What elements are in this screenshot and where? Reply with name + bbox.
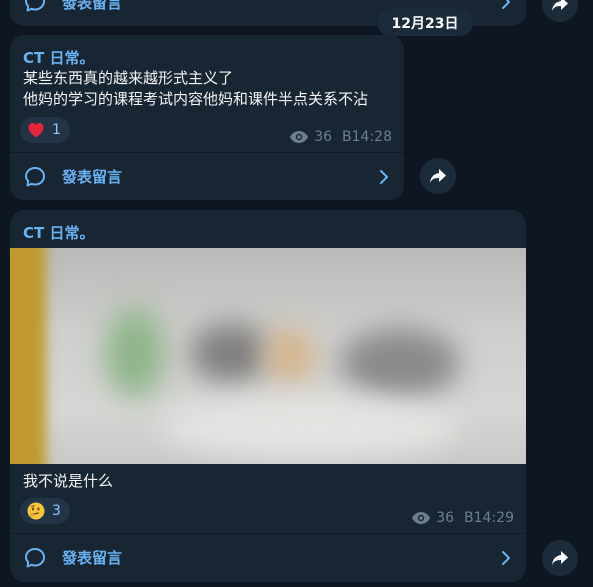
comment-bubble-icon	[25, 0, 45, 12]
post-bubble: CT 日常。 某些东西真的越来越形式主义了 他妈的学习的课程考试内容他妈和课件半…	[10, 35, 404, 200]
comments-label: 發表留言	[62, 0, 123, 12]
thinking-face-emoji-icon	[26, 501, 46, 521]
view-count: 36	[314, 129, 333, 145]
reaction-count: 1	[52, 122, 61, 138]
message-line: 他妈的学习的课程考试内容他妈和课件半点关系不沾	[23, 90, 369, 108]
chevron-right-icon	[502, 550, 510, 565]
photo-blur-yellow	[10, 248, 46, 464]
post-time: B14:28	[342, 129, 392, 145]
heart-emoji-icon	[26, 120, 46, 140]
reaction-count: 3	[52, 503, 61, 519]
blurred-photo[interactable]	[10, 248, 526, 464]
photo-blur-gray	[340, 328, 460, 398]
photo-blur-green	[105, 308, 165, 398]
eye-icon	[412, 512, 431, 524]
photo-caption: 我不说是什么	[23, 472, 114, 490]
share-arrow-icon	[552, 551, 568, 565]
comment-bubble-icon	[25, 166, 45, 186]
post-time: B14:29	[464, 510, 514, 526]
share-arrow-icon	[552, 0, 568, 11]
comments-bar[interactable]: 發表留言	[10, 533, 526, 581]
view-count: 36	[436, 510, 455, 526]
chevron-right-icon	[380, 169, 388, 184]
post-meta: 36 B14:28	[289, 129, 392, 145]
channel-chat-view: 發表留言 12月23日 CT 日常。 某些东西真的越来越形式主义了 他妈的学习的…	[0, 0, 593, 587]
comments-label: 發表留言	[62, 549, 123, 567]
comment-bubble-icon	[25, 547, 45, 567]
photo-blur-orange	[265, 328, 315, 383]
comments-bar[interactable]: 發表留言	[10, 152, 404, 200]
post-bubble: CT 日常。 我不说是什么 3 36 B14:29 發表留言	[10, 210, 526, 582]
share-button[interactable]	[542, 540, 578, 576]
eye-icon	[290, 131, 309, 143]
photo-blur-dark	[190, 323, 270, 383]
photo-blur-light	[160, 398, 460, 458]
reaction-chip[interactable]: 1	[20, 117, 70, 143]
chevron-right-icon	[502, 0, 510, 9]
comments-label: 發表留言	[62, 168, 123, 186]
date-separator: 12月23日	[377, 9, 473, 36]
message-line: 某些东西真的越来越形式主义了	[23, 69, 234, 87]
sender-name[interactable]: CT 日常。	[23, 222, 94, 243]
share-arrow-icon	[430, 169, 446, 183]
sender-name[interactable]: CT 日常。	[23, 47, 94, 68]
post-meta: 36 B14:29	[411, 510, 514, 526]
reaction-chip[interactable]: 3	[20, 498, 70, 524]
share-button[interactable]	[420, 158, 456, 194]
share-button[interactable]	[542, 0, 578, 22]
